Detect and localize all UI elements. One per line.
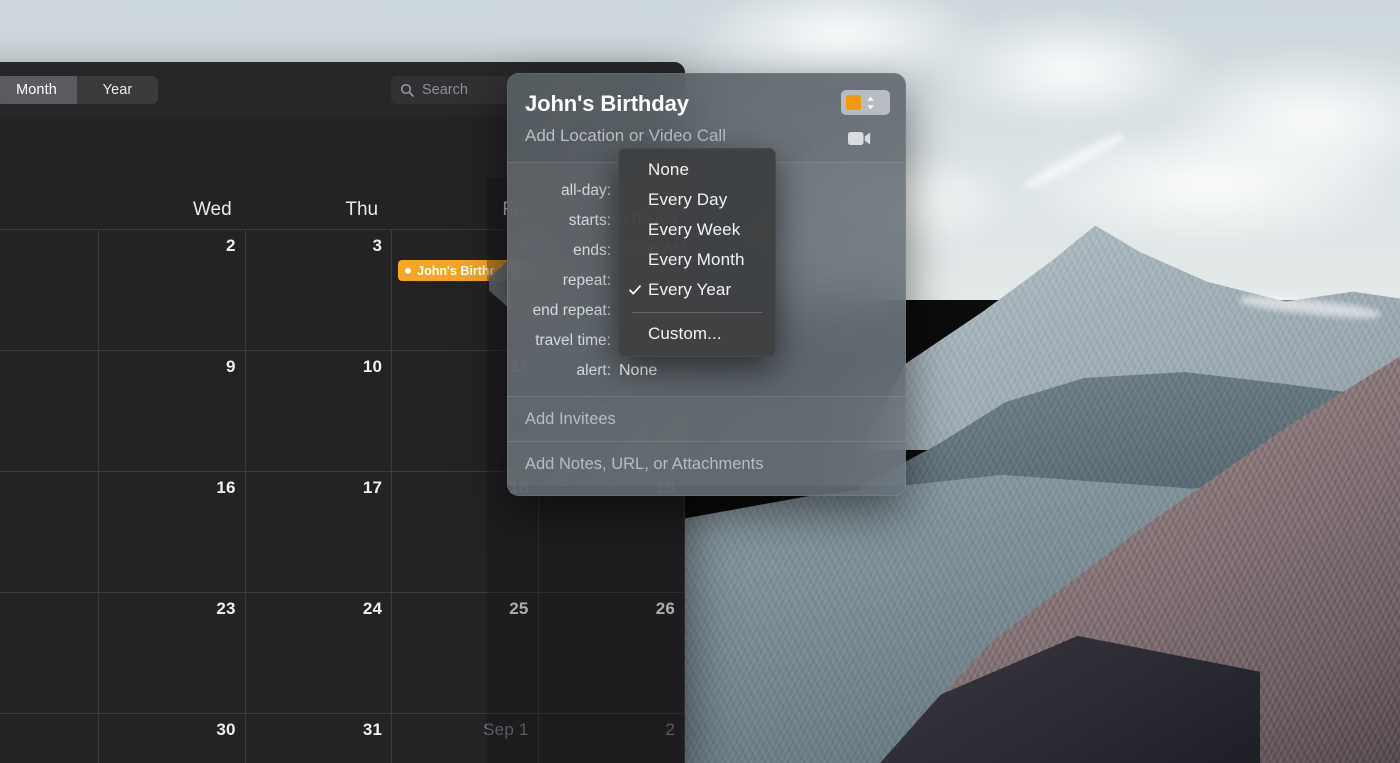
day-number: 16 (216, 478, 236, 497)
repeat-menu-item-label: Custom... (648, 324, 722, 343)
add-invitees-placeholder: Add Invitees (525, 409, 616, 428)
field-row[interactable]: alert: None (507, 356, 906, 386)
day-cell[interactable]: 30 (99, 714, 246, 763)
day-number: 26 (655, 599, 675, 618)
checkmark-icon (629, 284, 641, 296)
menu-separator (632, 312, 762, 313)
day-number: 3 (372, 236, 383, 255)
field-value[interactable]: None (619, 362, 657, 380)
popover-header: John's Birthday Add Location or Video Ca… (507, 73, 906, 146)
field-label: travel time: (535, 332, 611, 349)
day-cell[interactable]: 16 (99, 472, 246, 593)
weekday-label-thu: Thu (345, 199, 379, 220)
day-cell[interactable]: 24 (245, 593, 393, 714)
weekday-label-wed: Wed (192, 199, 232, 220)
chevron-up-down-icon (865, 95, 876, 111)
search-icon (400, 83, 414, 97)
day-cell[interactable]: 31 (246, 714, 393, 763)
day-cell[interactable]: 10 (245, 351, 393, 472)
day-cell[interactable]: 23 (99, 593, 246, 714)
day-number: 31 (362, 720, 383, 739)
event-location-input[interactable]: Add Location or Video Call (525, 126, 888, 146)
field-label: ends: (573, 242, 611, 259)
day-cell[interactable]: 26 (538, 593, 685, 714)
field-label: all-day: (561, 182, 611, 199)
color-swatch-icon (846, 95, 861, 110)
segment-year[interactable]: Year (77, 76, 158, 104)
day-number: 2 (226, 236, 236, 255)
repeat-menu-item-label: Every Week (648, 220, 741, 239)
day-number: 17 (362, 478, 383, 497)
day-cell[interactable]: 2 (99, 230, 246, 351)
field-label: alert: (576, 362, 611, 379)
day-number: 30 (216, 720, 236, 739)
day-number: 10 (362, 357, 383, 376)
day-number: 25 (509, 599, 529, 618)
add-invitees-field[interactable]: Add Invitees (507, 396, 906, 441)
calendar-view-switcher[interactable]: Month Year (0, 76, 158, 104)
day-cell[interactable]: 9 (99, 351, 246, 472)
calendar-color-picker[interactable] (841, 90, 890, 115)
field-label: end repeat: (532, 302, 611, 319)
day-number: Sep 1 (483, 720, 529, 739)
add-notes-placeholder: Add Notes, URL, or Attachments (525, 454, 764, 473)
event-chip-title: John's Birthday (417, 263, 493, 278)
repeat-menu-item[interactable]: Every Day (618, 185, 776, 215)
repeat-menu-item-label: None (648, 160, 690, 179)
weekday-label (0, 178, 99, 229)
video-camera-icon[interactable] (848, 131, 871, 146)
day-cell[interactable]: 2 (539, 714, 685, 763)
repeat-menu-item-label: Every Day (648, 190, 728, 209)
repeat-menu-item-label: Every Year (648, 280, 732, 299)
day-cell[interactable] (0, 230, 100, 351)
day-number: 2 (665, 720, 675, 739)
cloud (1010, 120, 1400, 250)
repeat-menu-item[interactable]: Custom... (618, 319, 776, 349)
segment-month[interactable]: Month (0, 76, 77, 104)
repeat-menu-item[interactable]: Every Week (618, 215, 776, 245)
event-dot-icon (405, 267, 412, 274)
day-number: 9 (226, 357, 236, 376)
field-label: repeat: (562, 272, 611, 289)
day-cell[interactable]: 17 (245, 472, 393, 593)
day-number: 24 (362, 599, 383, 618)
day-cell[interactable] (0, 351, 100, 472)
repeat-dropdown-menu[interactable]: None Every Day Every Week Every Month Every … (618, 148, 776, 357)
day-cell[interactable] (0, 472, 100, 593)
repeat-menu-item[interactable]: None (618, 155, 776, 185)
repeat-menu-item-label: Every Month (648, 250, 745, 269)
day-cell[interactable] (0, 714, 100, 763)
event-title[interactable]: John's Birthday (525, 91, 888, 117)
day-cell[interactable]: Sep 1 (392, 714, 539, 763)
repeat-menu-item[interactable]: Every Month (618, 245, 776, 275)
day-cell[interactable]: 3 (245, 230, 393, 351)
day-cell[interactable]: 25 (392, 593, 539, 714)
add-notes-field[interactable]: Add Notes, URL, or Attachments (507, 441, 906, 486)
day-cell[interactable] (0, 593, 100, 714)
search-placeholder: Search (422, 82, 468, 98)
repeat-menu-item[interactable]: Every Year (618, 275, 776, 305)
day-number: 23 (216, 599, 236, 618)
field-label: starts: (568, 212, 611, 229)
